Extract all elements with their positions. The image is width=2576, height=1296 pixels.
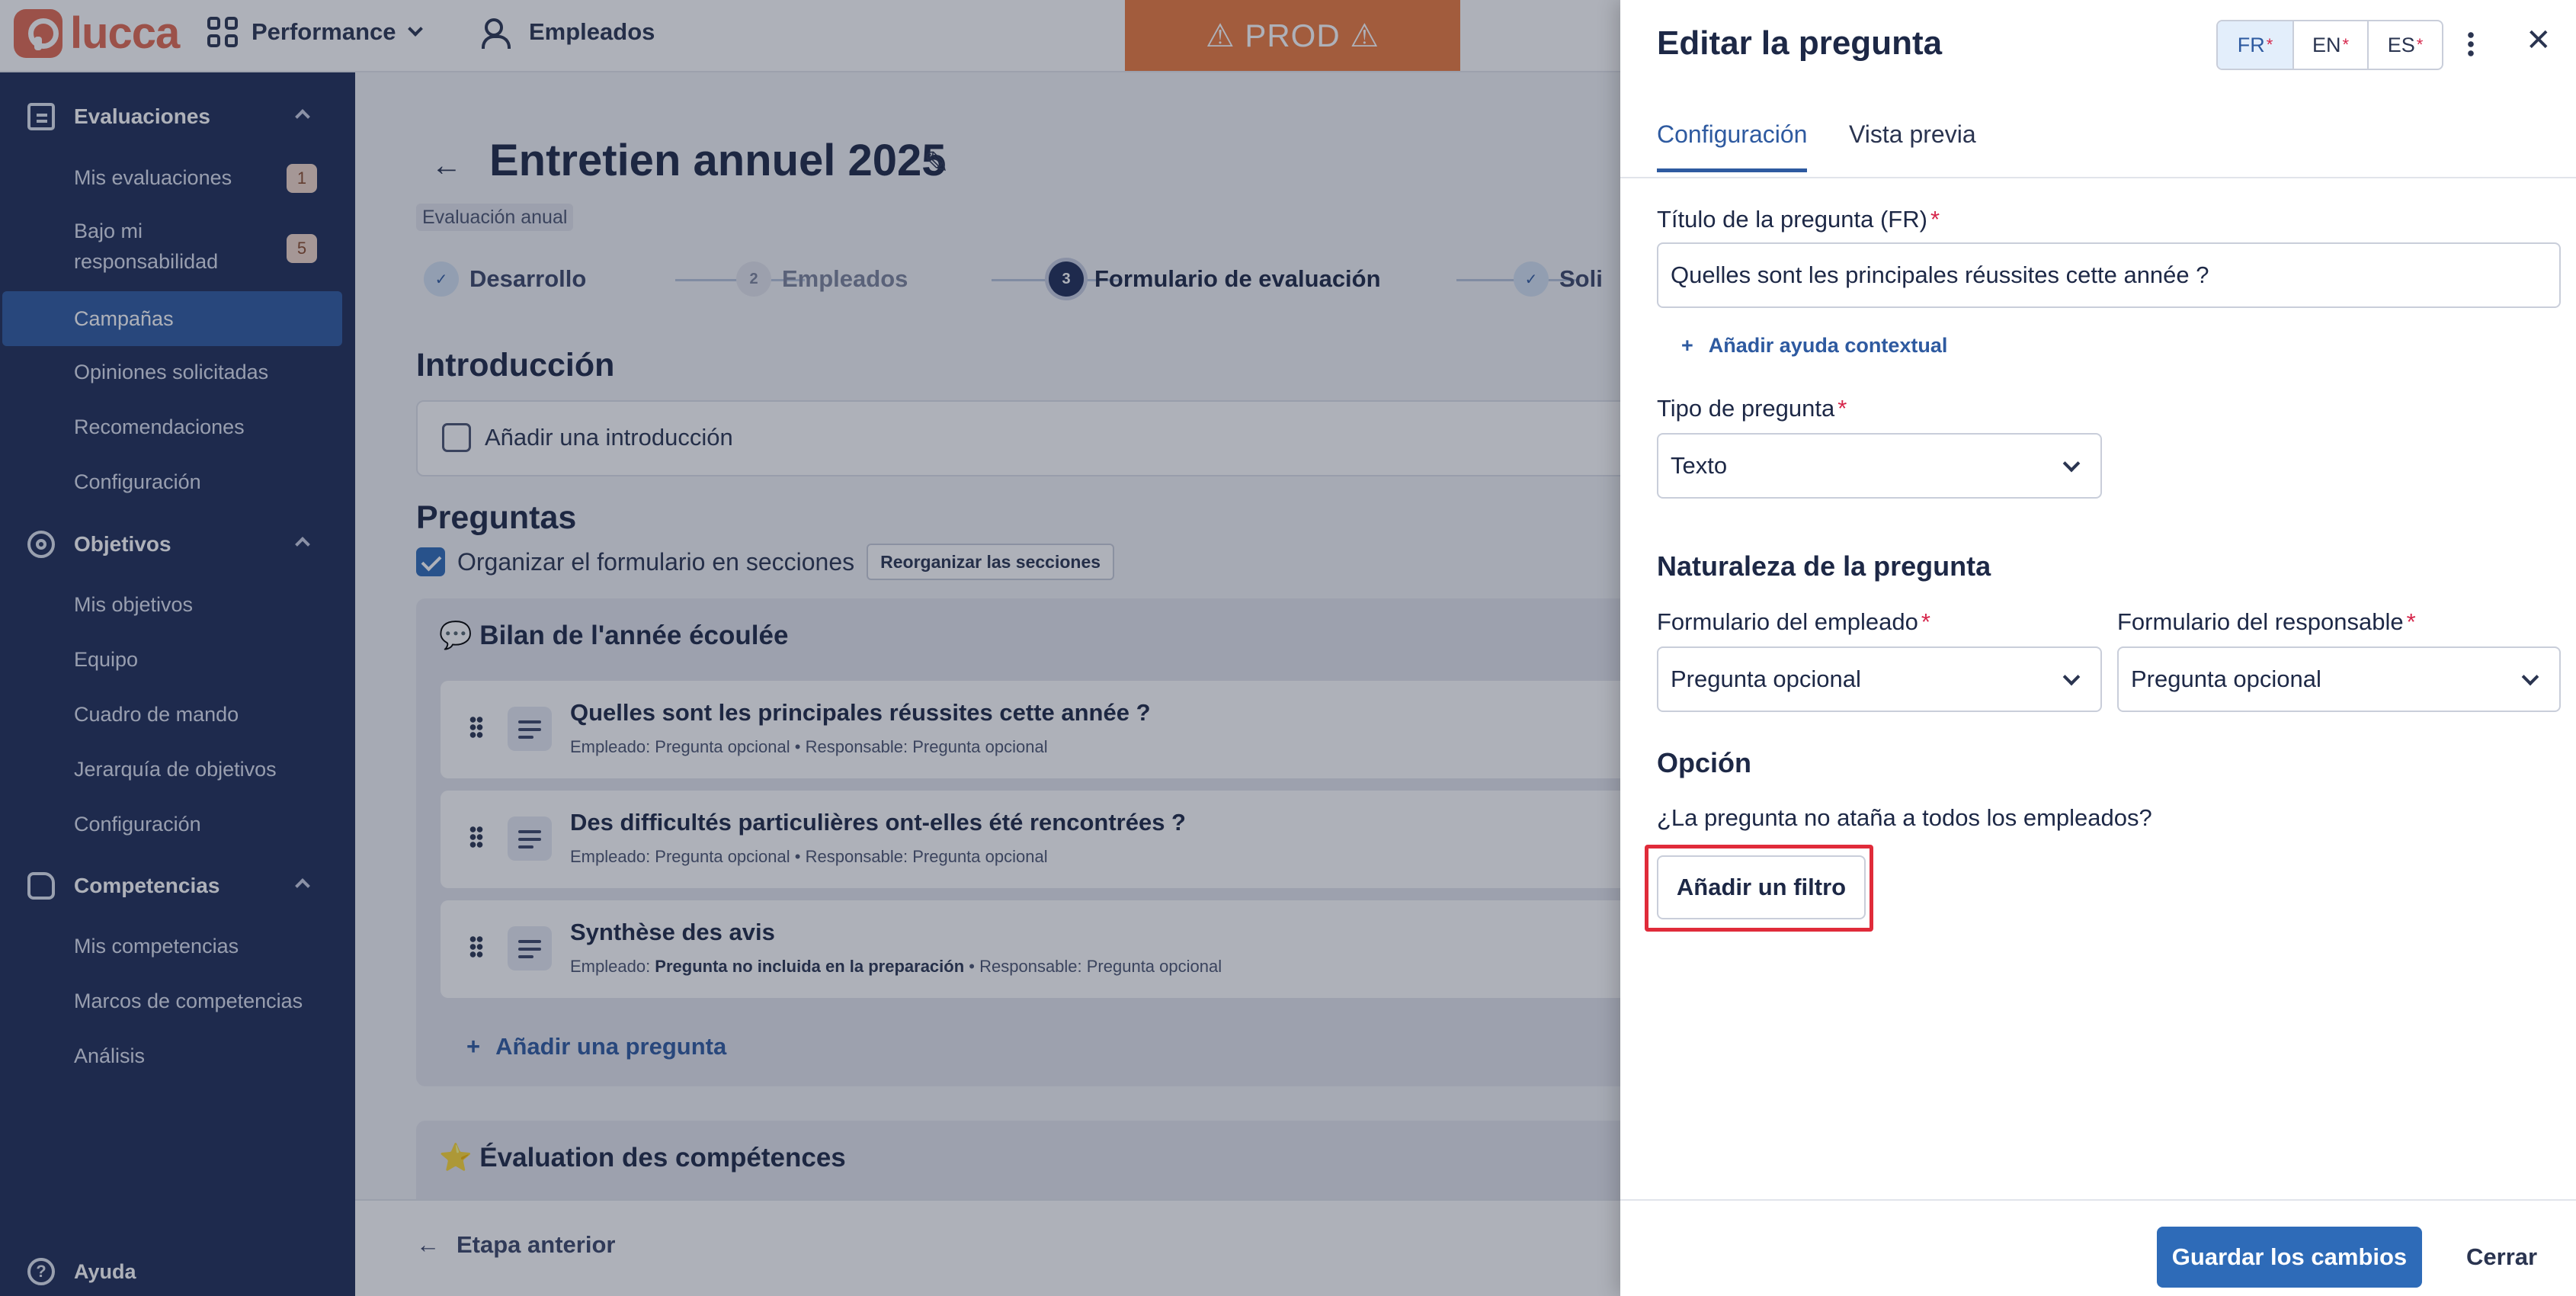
save-changes-button[interactable]: Guardar los cambios [2157,1227,2422,1288]
manager-form-select[interactable]: Pregunta opcional [2117,646,2561,712]
chevron-down-icon [2521,668,2539,686]
lang-fr[interactable]: FR * [2218,21,2292,69]
question-title-label: Título de la pregunta (FR) * [1657,206,1940,233]
tab-vista-previa[interactable]: Vista previa [1849,120,1976,168]
select-value: Pregunta opcional [1671,666,1861,692]
close-icon[interactable]: ✕ [2526,23,2552,58]
label-text: Título de la pregunta (FR) [1657,206,1927,233]
lang-es[interactable]: ES * [2367,21,2442,69]
select-value: Texto [1671,452,1728,479]
question-type-select[interactable]: Texto [1657,433,2102,499]
modal-backdrop[interactable] [0,0,1620,1296]
tab-configuracion[interactable]: Configuración [1657,120,1808,172]
option-question: ¿La pregunta no ataña a todos los emplea… [1657,804,2152,831]
lang-en[interactable]: EN * [2292,21,2367,69]
label-text: Formulario del responsable [2117,608,2404,635]
edit-question-panel: Editar la pregunta FR * EN * ES * ✕ Configu… [1620,0,2576,1296]
add-context-help-label: Añadir ayuda contextual [1708,334,1948,357]
required-mark: * [1921,608,1930,635]
chevron-down-icon [2062,668,2081,686]
close-button[interactable]: Cerrar [2466,1227,2537,1288]
required-mark: * [2416,35,2424,54]
label-text: Formulario del empleado [1657,608,1918,635]
add-filter-button[interactable]: Añadir un filtro [1657,855,1866,919]
nature-heading: Naturaleza de la pregunta [1657,550,1991,582]
manager-form-label: Formulario del responsable * [2117,608,2416,636]
select-value: Pregunta opcional [2131,666,2321,692]
required-mark: * [1837,395,1847,422]
employee-form-label: Formulario del empleado * [1657,608,1930,636]
required-mark: * [2406,608,2416,635]
panel-footer: Guardar los cambios Cerrar [1620,1199,2576,1296]
plus-icon: + [1681,334,1693,357]
lang-code: EN [2312,33,2341,56]
label-text: Tipo de pregunta [1657,395,1835,422]
required-mark: * [1930,206,1940,233]
panel-title: Editar la pregunta [1657,24,1943,62]
option-heading: Opción [1657,747,1751,778]
lang-code: ES [2387,33,2415,56]
question-title-input[interactable]: Quelles sont les principales réussites c… [1657,242,2561,308]
language-switcher: FR * EN * ES * [2216,20,2443,70]
add-context-help-button[interactable]: + Añadir ayuda contextual [1681,334,1947,358]
employee-form-select[interactable]: Pregunta opcional [1657,646,2102,712]
required-mark: * [2342,35,2350,54]
chevron-down-icon [2062,454,2081,473]
more-options-icon[interactable] [2468,30,2474,58]
question-type-label: Tipo de pregunta * [1657,395,1847,422]
lang-code: FR [2237,33,2265,56]
panel-tabs: Configuración Vista previa [1620,114,2576,178]
required-mark: * [2266,35,2273,54]
